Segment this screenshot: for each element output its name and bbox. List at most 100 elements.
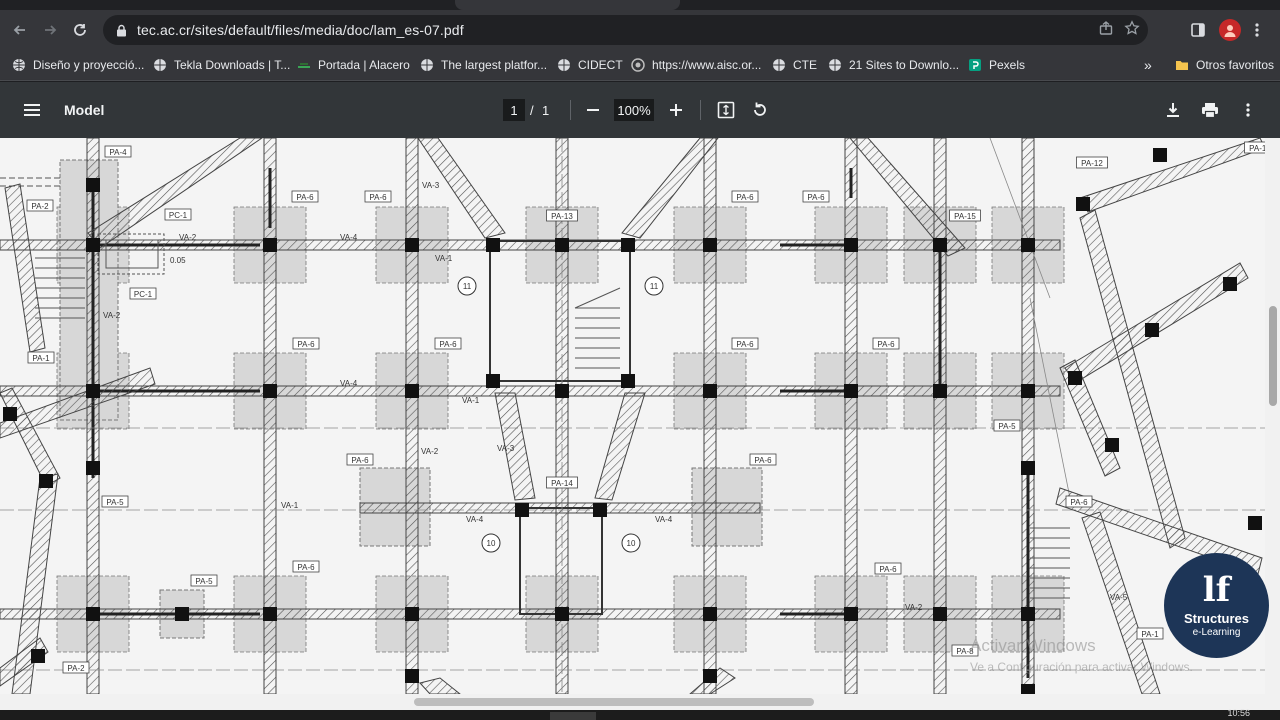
element-tag-label: PA-4 xyxy=(109,148,127,157)
bookmark-item[interactable]: Portada | Alacero xyxy=(297,55,410,75)
column xyxy=(844,384,858,398)
column xyxy=(703,238,717,252)
grid-marker-label: 11 xyxy=(463,282,472,291)
chrome-menu-button[interactable] xyxy=(1254,10,1260,50)
page-number-input[interactable]: 1 xyxy=(503,99,525,121)
bookmark-item[interactable]: Diseño y proyecció... xyxy=(12,55,144,75)
element-tag-label: PA-6 xyxy=(1070,498,1088,507)
toolbar-divider xyxy=(700,100,701,120)
element-tag-label: PA-6 xyxy=(754,456,772,465)
column xyxy=(1076,197,1090,211)
active-tab[interactable] xyxy=(455,0,680,10)
taskbar-active-app[interactable] xyxy=(550,712,596,720)
rotate-button[interactable] xyxy=(746,96,774,124)
download-button[interactable] xyxy=(1159,96,1187,124)
column xyxy=(486,238,500,252)
pexels-icon xyxy=(968,58,982,72)
profile-button[interactable] xyxy=(1219,10,1241,50)
element-tag-label: PA-1 xyxy=(32,354,50,363)
globe-icon xyxy=(828,58,842,72)
element-tag-label: PC-1 xyxy=(134,290,153,299)
windows-taskbar: 10:56 xyxy=(0,708,1280,720)
beam-label: VA-4 xyxy=(466,515,484,524)
side-panel-button[interactable] xyxy=(1190,10,1206,50)
column xyxy=(263,238,277,252)
element-tag-label: PA-6 xyxy=(736,193,754,202)
bookmark-label: CTE xyxy=(793,58,817,72)
fit-to-page-button[interactable] xyxy=(712,96,740,124)
address-bar[interactable]: tec.ac.cr/sites/default/files/media/doc/… xyxy=(103,15,1148,45)
beam-label: VA-4 xyxy=(340,233,358,242)
share-icon[interactable] xyxy=(1098,20,1114,41)
bookmark-item[interactable]: CTE xyxy=(772,55,817,75)
logo-mark: lf xyxy=(1202,570,1231,610)
globe-icon xyxy=(420,58,434,72)
star-icon[interactable] xyxy=(1124,19,1140,41)
beam-label: VA-4 xyxy=(340,379,358,388)
column xyxy=(1021,684,1035,694)
tab-strip xyxy=(0,0,1280,10)
element-tag-label: PA-5 xyxy=(998,422,1016,431)
sidebar-menu-button[interactable] xyxy=(18,96,46,124)
pdf-more-button[interactable] xyxy=(1234,96,1262,124)
element-tag-label: PA-6 xyxy=(351,456,369,465)
alacero-icon xyxy=(297,58,311,72)
column xyxy=(1068,371,1082,385)
watermark-subtitle: Ve a Configuración para activar Windows. xyxy=(970,660,1193,674)
page-total: 1 xyxy=(542,102,550,118)
bookmark-item[interactable]: CIDECT xyxy=(557,55,623,75)
beam-label: VA-2 xyxy=(905,603,923,612)
bookmark-label: 21 Sites to Downlo... xyxy=(849,58,960,72)
column xyxy=(263,384,277,398)
grid-marker-label: 10 xyxy=(487,539,496,548)
bookmark-item[interactable]: Pexels xyxy=(968,55,1025,75)
grid-marker-label: 11 xyxy=(650,282,659,291)
element-tag-label: PA-6 xyxy=(877,340,895,349)
zoom-level-input[interactable]: 100% xyxy=(614,99,654,121)
element-tag-label: PA-12 xyxy=(1249,144,1265,153)
beam-label: VA-2 xyxy=(103,311,121,320)
forward-button[interactable] xyxy=(36,10,64,50)
column xyxy=(1223,277,1237,291)
kebab-menu-icon xyxy=(1246,103,1250,117)
back-button[interactable] xyxy=(6,10,34,50)
horizontal-scroll-thumb[interactable] xyxy=(414,698,814,706)
bookmark-item[interactable]: Tekla Downloads | T... xyxy=(153,55,290,75)
print-button[interactable] xyxy=(1196,96,1224,124)
bookmark-item[interactable]: 21 Sites to Downlo... xyxy=(828,55,959,75)
horizontal-scrollbar[interactable] xyxy=(0,694,1280,710)
zoom-out-button[interactable] xyxy=(579,96,607,124)
column xyxy=(1248,516,1262,530)
column xyxy=(86,384,100,398)
watermark-title: Activar Windows xyxy=(970,636,1096,655)
other-bookmarks-folder[interactable]: Otros favoritos xyxy=(1175,55,1274,75)
vertical-scroll-thumb[interactable] xyxy=(1269,306,1277,406)
column xyxy=(405,384,419,398)
column xyxy=(39,474,53,488)
bookmark-item[interactable]: https://www.aisc.or... xyxy=(631,55,761,75)
column xyxy=(405,607,419,621)
kebab-menu-icon xyxy=(1255,23,1259,37)
dimension-label: 0.05 xyxy=(170,256,186,265)
folder-icon xyxy=(1175,58,1189,72)
rotate-icon xyxy=(754,102,766,116)
pdf-viewer[interactable]: PA-4 PA-6 PA-6 PA-13 PA-6 PA-6 PA-15 PA-12 PA-2 P… xyxy=(0,138,1280,694)
toolbar-divider xyxy=(570,100,571,120)
bookmarks-overflow-button[interactable]: » xyxy=(1144,55,1152,75)
globe-icon xyxy=(153,58,167,72)
element-tag-label: PA-2 xyxy=(31,202,49,211)
element-tag-label: PA-13 xyxy=(551,212,573,221)
browser-toolbar: tec.ac.cr/sites/default/files/media/doc/… xyxy=(0,10,1280,50)
bookmark-item[interactable]: The largest platfor... xyxy=(420,55,547,75)
beam-label: VA-3 xyxy=(497,444,515,453)
column xyxy=(3,407,17,421)
column xyxy=(263,607,277,621)
bookmarks-bar: Diseño y proyecció... Tekla Downloads | … xyxy=(0,50,1280,81)
element-tag-label: PA-12 xyxy=(1081,159,1103,168)
element-tag-label: PA-6 xyxy=(879,565,897,574)
column xyxy=(405,669,419,683)
element-tag-label: PA-6 xyxy=(369,193,387,202)
reload-button[interactable] xyxy=(66,10,94,50)
fit-page-icon xyxy=(717,101,735,119)
zoom-in-button[interactable] xyxy=(662,96,690,124)
